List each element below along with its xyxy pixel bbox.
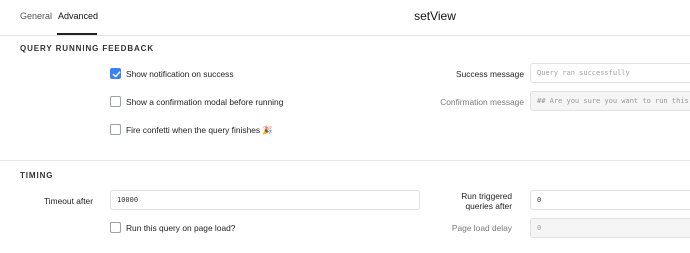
- confirmation-message-label: Confirmation message: [440, 97, 524, 107]
- feedback-section-title: QUERY RUNNING FEEDBACK: [20, 44, 155, 53]
- check-icon: [112, 71, 121, 78]
- confetti-icon: 🎉: [262, 125, 273, 135]
- run-triggered-input[interactable]: 0: [530, 190, 690, 210]
- success-message-input[interactable]: Query ran successfully: [530, 63, 690, 83]
- run-triggered-label-line2: queries after: [465, 201, 512, 211]
- run-on-load-label[interactable]: Run this query on page load?: [126, 223, 235, 233]
- section-divider: [0, 160, 690, 161]
- show-notification-checkbox[interactable]: [110, 68, 121, 79]
- confetti-label: Fire confetti when the query finishes: [126, 125, 261, 135]
- confirm-modal-checkbox[interactable]: [110, 96, 121, 107]
- confetti-label-wrap[interactable]: Fire confetti when the query finishes 🎉: [126, 125, 273, 136]
- confetti-checkbox[interactable]: [110, 124, 121, 135]
- page-load-delay-label: Page load delay: [451, 223, 512, 233]
- run-triggered-label-line1: Run triggered: [461, 191, 512, 201]
- header-bar: General Advanced setView: [0, 0, 690, 36]
- show-notification-label[interactable]: Show notification on success: [126, 69, 234, 79]
- run-triggered-label: Run triggered queries after: [461, 191, 512, 211]
- page-load-delay-input[interactable]: 0: [530, 218, 690, 238]
- timeout-input[interactable]: 10000: [110, 190, 420, 210]
- run-on-load-checkbox[interactable]: [110, 222, 121, 233]
- confirm-modal-label[interactable]: Show a confirmation modal before running: [126, 97, 283, 107]
- timing-section-title: TIMING: [20, 171, 54, 180]
- timeout-label: Timeout after: [43, 196, 93, 206]
- success-message-label: Success message: [456, 69, 524, 79]
- active-tab-indicator: [57, 33, 97, 35]
- confirmation-message-input[interactable]: ## Are you sure you want to run this: [530, 91, 690, 111]
- page-title: setView: [414, 9, 456, 23]
